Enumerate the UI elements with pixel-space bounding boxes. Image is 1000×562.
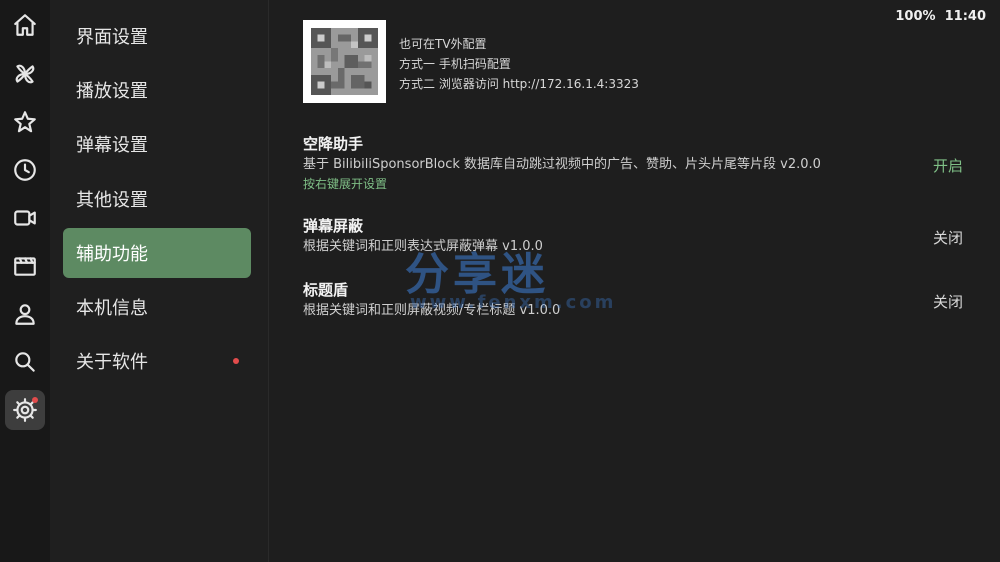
film-button[interactable] [5, 246, 45, 286]
clock-icon [14, 159, 36, 181]
settings-menu: 界面设置 播放设置 弹幕设置 其他设置 辅助功能 本机信息 关于软件 [50, 0, 269, 562]
status-bar: 100% 11:40 [895, 9, 986, 24]
feature-danmaku-filter[interactable]: 弹幕屏蔽 根据关键词和正则表达式屏蔽弹幕 v1.0.0 关闭 [303, 216, 963, 258]
menu-item-danmaku[interactable]: 弹幕设置 [63, 119, 251, 169]
menu-item-playback[interactable]: 播放设置 [63, 65, 251, 115]
qr-line-3: 方式二 浏览器访问 http://172.16.1.4:3323 [399, 77, 639, 91]
feature-toggle-state[interactable]: 关闭 [933, 291, 963, 312]
menu-item-about[interactable]: 关于软件 [63, 336, 251, 386]
feature-title: 标题盾 [303, 281, 349, 299]
menu-item-label: 弹幕设置 [76, 135, 148, 156]
menu-item-interface[interactable]: 界面设置 [63, 11, 251, 61]
feature-title-shield[interactable]: 标题盾 根据关键词和正则屏蔽视频/专栏标题 v1.0.0 关闭 [303, 280, 963, 322]
menu-item-accessibility[interactable]: 辅助功能 [63, 228, 251, 278]
home-icon [14, 14, 36, 36]
menu-item-label: 其他设置 [76, 190, 148, 211]
update-badge [233, 358, 239, 364]
qr-line-2: 方式一 手机扫码配置 [399, 57, 511, 71]
feature-description: 根据关键词和正则表达式屏蔽弹幕 v1.0.0 [303, 239, 543, 254]
settings-button[interactable] [5, 390, 45, 430]
battery-level: 100% [895, 9, 936, 24]
live-button[interactable] [5, 198, 45, 238]
feature-toggle-state[interactable]: 关闭 [933, 227, 963, 248]
feature-description: 根据关键词和正则屏蔽视频/专栏标题 v1.0.0 [303, 303, 561, 318]
film-icon [14, 257, 36, 276]
feature-title: 弹幕屏蔽 [303, 217, 364, 235]
search-icon [15, 352, 35, 372]
menu-item-other[interactable]: 其他设置 [63, 174, 251, 224]
watermark-url: www.fenxm.com [410, 292, 617, 313]
icon-rail [0, 0, 50, 562]
pinwheel-icon [15, 64, 35, 84]
star-icon [14, 111, 36, 133]
feature-description: 基于 BilibiliSponsorBlock 数据库自动跳过视频中的广告、赞助… [303, 157, 821, 172]
menu-item-label: 播放设置 [76, 81, 148, 102]
video-icon [14, 210, 36, 226]
feature-sponsorblock[interactable]: 空降助手 基于 BilibiliSponsorBlock 数据库自动跳过视频中的… [303, 134, 963, 192]
menu-item-label: 辅助功能 [76, 244, 148, 265]
favorites-button[interactable] [5, 102, 45, 142]
clock-time: 11:40 [944, 9, 986, 24]
menu-item-label: 关于软件 [76, 352, 148, 373]
menu-item-label: 界面设置 [76, 27, 148, 48]
feature-title: 空降助手 [303, 135, 364, 153]
history-button[interactable] [5, 150, 45, 190]
home-button[interactable] [5, 5, 45, 45]
qr-code [303, 20, 386, 103]
menu-item-label: 本机信息 [76, 298, 148, 319]
menu-item-device-info[interactable]: 本机信息 [63, 282, 251, 332]
notification-dot [32, 397, 38, 403]
profile-button[interactable] [5, 294, 45, 334]
qr-instructions: 也可在TV外配置 方式一 手机扫码配置 方式二 浏览器访问 http://172… [399, 34, 639, 94]
qr-code-image [311, 28, 378, 95]
qr-line-1: 也可在TV外配置 [399, 37, 487, 51]
feature-toggle-state[interactable]: 开启 [933, 155, 963, 176]
search-button[interactable] [5, 342, 45, 382]
user-icon [15, 304, 35, 325]
feature-hint: 按右键展开设置 [303, 177, 388, 191]
popular-button[interactable] [5, 54, 45, 94]
